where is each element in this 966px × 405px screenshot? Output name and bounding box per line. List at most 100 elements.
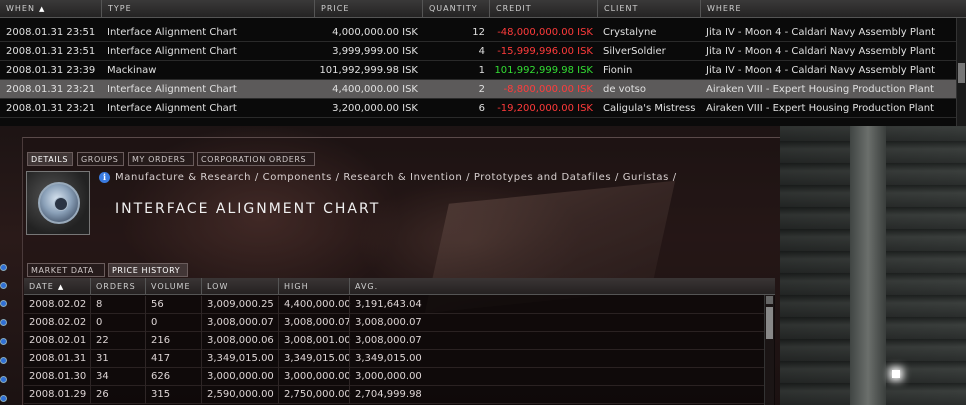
cell-client: SilverSoldier	[603, 46, 666, 57]
tab-groups[interactable]: GROUPS	[77, 152, 124, 166]
sort-asc-icon: ▲	[38, 5, 46, 13]
cell-credit: -19,200,000.00 ISK	[497, 103, 593, 114]
scroll-up-button[interactable]	[766, 296, 773, 304]
tab-details[interactable]: DETAILS	[27, 152, 73, 166]
table-row[interactable]: 2008.01.29 26 315 2,590,000.00 2,750,000…	[24, 386, 764, 404]
transactions-scrollbar[interactable]	[956, 18, 966, 126]
scrollbar-thumb[interactable]	[958, 63, 965, 83]
table-row[interactable]: 2008.01.31 23:21 Interface Alignment Cha…	[0, 99, 966, 118]
bullet-icon[interactable]	[0, 282, 7, 289]
bullet-icon[interactable]	[0, 338, 7, 345]
cell-avg: 3,349,015.00	[349, 350, 423, 368]
station-view	[780, 126, 966, 405]
cell-client: de votso	[603, 84, 646, 95]
cell-type: Mackinaw	[107, 65, 157, 76]
cell-client: Fionin	[603, 65, 633, 76]
table-row[interactable]: 2008.02.01 22 216 3,008,000.06 3,008,001…	[24, 332, 764, 350]
cell-date: 2008.01.29	[29, 389, 87, 400]
cell-low: 3,008,000.07	[201, 314, 278, 332]
col-low[interactable]: LOW	[201, 278, 278, 295]
col-type[interactable]: TYPE	[101, 0, 314, 18]
tab-my-orders[interactable]: MY ORDERS	[128, 152, 194, 166]
cell-where: Jita IV - Moon 4 - Caldari Navy Assembly…	[706, 65, 936, 76]
tab-price-history[interactable]: PRICE HISTORY	[108, 263, 188, 277]
cell-volume: 417	[145, 350, 201, 368]
cell-avg: 3,191,643.04	[349, 296, 423, 314]
cell-quantity: 6	[478, 103, 485, 114]
scrollbar-thumb[interactable]	[766, 307, 773, 339]
cell-quantity: 4	[478, 46, 485, 57]
station-light	[892, 370, 900, 378]
cell-avg: 3,008,000.07	[349, 314, 423, 332]
cell-avg: 3,008,000.07	[349, 332, 423, 350]
transactions-header: WHEN ▲ TYPE PRICE QUANTITY CREDIT CLIENT …	[0, 0, 966, 18]
cell-date: 2008.02.02	[29, 317, 87, 328]
cell-volume: 216	[145, 332, 201, 350]
table-row[interactable]: 2008.01.31 23:39 Mackinaw 101,992,999.98…	[0, 61, 966, 80]
detail-tabs: DETAILS GROUPS MY ORDERS CORPORATION ORD…	[27, 152, 327, 166]
left-sidebar-strip	[0, 260, 8, 405]
col-when[interactable]: WHEN ▲	[0, 0, 101, 18]
col-price[interactable]: PRICE	[314, 0, 422, 18]
cell-client: Caligula's Mistress	[603, 103, 696, 114]
col-date[interactable]: DATE ▲	[24, 278, 90, 295]
bullet-icon[interactable]	[0, 264, 7, 271]
breadcrumb[interactable]: Manufacture & Research / Components / Re…	[115, 172, 677, 183]
cell-when: 2008.01.31 23:21	[6, 84, 96, 95]
cell-where: Airaken VIII - Expert Housing Production…	[706, 103, 934, 114]
table-row[interactable]: 2008.01.30 34 626 3,000,000.00 3,000,000…	[24, 368, 764, 386]
bullet-icon[interactable]	[0, 357, 7, 364]
col-client[interactable]: CLIENT	[597, 0, 700, 18]
col-avg[interactable]: AVG.	[349, 278, 423, 295]
table-row[interactable]: 2008.01.31 23:51 Interface Alignment Cha…	[0, 23, 966, 42]
item-icon[interactable]	[26, 171, 90, 235]
cell-price: 4,000,000.00 ISK	[332, 27, 418, 38]
col-high[interactable]: HIGH	[278, 278, 349, 295]
col-volume[interactable]: VOLUME	[145, 278, 201, 295]
cell-volume: 56	[145, 296, 201, 314]
cell-orders: 31	[90, 350, 145, 368]
info-icon[interactable]: i	[99, 172, 110, 183]
cell-credit: -8,800,000.00 ISK	[503, 84, 593, 95]
cell-avg: 3,000,000.00	[349, 368, 423, 386]
cell-credit: -48,000,000.00 ISK	[497, 27, 593, 38]
bullet-icon[interactable]	[0, 395, 7, 402]
cell-credit: -15,999,996.00 ISK	[497, 46, 593, 57]
transactions-table: WHEN ▲ TYPE PRICE QUANTITY CREDIT CLIENT …	[0, 0, 966, 126]
cell-volume: 315	[145, 386, 201, 404]
table-row[interactable]: 2008.01.31 31 417 3,349,015.00 3,349,015…	[24, 350, 764, 368]
cell-client: Crystalyne	[603, 27, 657, 38]
cell-type: Interface Alignment Chart	[107, 103, 237, 114]
table-row[interactable]: 2008.02.02 0 0 3,008,000.07 3,008,000.07…	[24, 314, 764, 332]
col-where[interactable]: WHERE	[700, 0, 966, 18]
sort-asc-icon: ▲	[57, 283, 65, 291]
table-row[interactable]: 2008.01.31 23:51 Interface Alignment Cha…	[0, 42, 966, 61]
table-row[interactable]: 2008.02.02 8 56 3,009,000.25 4,400,000.0…	[24, 296, 764, 314]
cell-high: 3,000,000.00	[278, 368, 351, 386]
tab-corporation-orders[interactable]: CORPORATION ORDERS	[197, 152, 315, 166]
cell-orders: 26	[90, 386, 145, 404]
cell-date: 2008.01.31	[29, 353, 87, 364]
cell-where: Jita IV - Moon 4 - Caldari Navy Assembly…	[706, 46, 936, 57]
bullet-icon[interactable]	[0, 319, 7, 326]
tab-market-data[interactable]: MARKET DATA	[27, 263, 105, 277]
col-quantity[interactable]: QUANTITY	[422, 0, 489, 18]
station-pillar	[850, 126, 886, 405]
col-credit[interactable]: CREDIT	[489, 0, 597, 18]
table-row-selected[interactable]: 2008.01.31 23:21 Interface Alignment Cha…	[0, 80, 966, 99]
bullet-icon[interactable]	[0, 300, 7, 307]
bullet-icon[interactable]	[0, 376, 7, 383]
cell-when: 2008.01.31 23:51	[6, 46, 96, 57]
cell-low: 3,000,000.00	[201, 368, 278, 386]
cell-quantity: 1	[478, 65, 485, 76]
cell-volume: 0	[145, 314, 201, 332]
price-history-table: DATE ▲ ORDERS VOLUME LOW HIGH AVG. 2008.0…	[24, 278, 775, 405]
cell-date: 2008.02.01	[29, 335, 87, 346]
col-orders[interactable]: ORDERS	[90, 278, 145, 295]
price-history-scrollbar[interactable]	[764, 295, 774, 405]
cell-price: 101,992,999.98 ISK	[319, 65, 418, 76]
cell-avg: 2,704,999.98	[349, 386, 423, 404]
cell-credit: 101,992,999.98 ISK	[494, 65, 593, 76]
cell-quantity: 12	[472, 27, 485, 38]
cell-when: 2008.01.31 23:51	[6, 27, 96, 38]
